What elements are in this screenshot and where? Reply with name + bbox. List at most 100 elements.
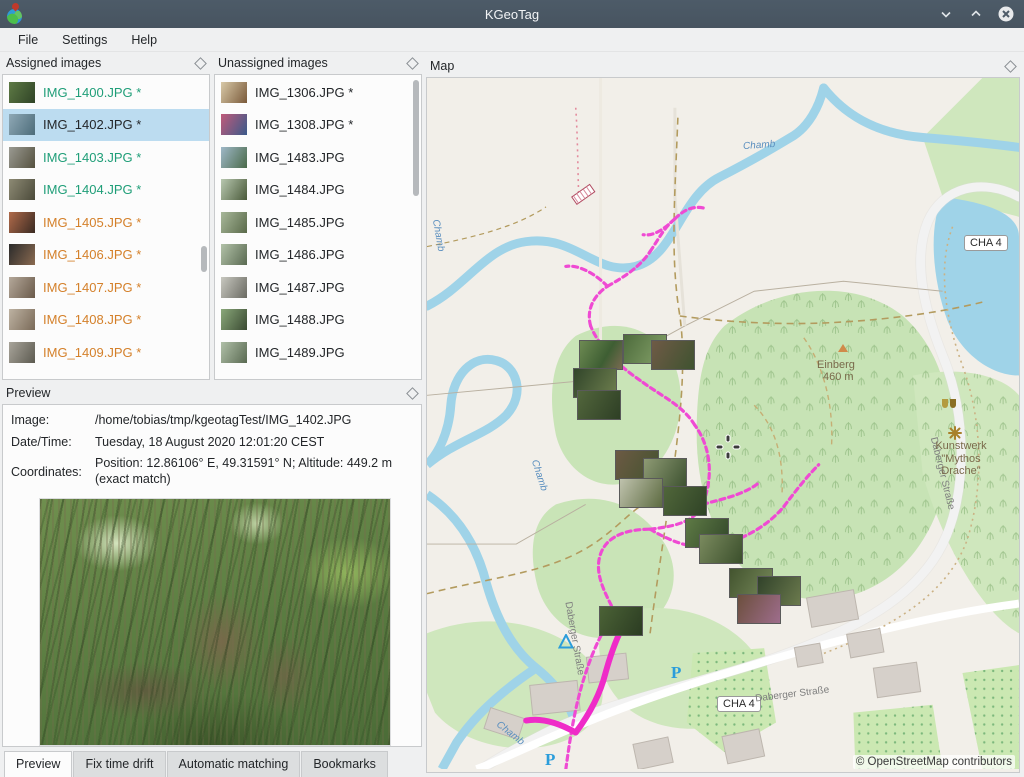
map-label-peak-name: Einberg [817,359,855,372]
map-photo-thumbnail[interactable] [577,390,621,420]
tab-bookmarks[interactable]: Bookmarks [301,751,388,777]
parking-icon: P [671,663,681,683]
preview-panel: Preview Image: /home/tobias/tmp/kgeotagT… [0,382,424,749]
map-title: Map [430,59,1004,73]
image-file-name: IMG_1403.JPG * [43,150,141,165]
image-file-name: IMG_1484.JPG [255,182,345,197]
image-list-item[interactable]: IMG_1484.JPG [215,174,421,207]
image-list-item[interactable]: IMG_1489.JPG [215,336,421,369]
map-label-artwork-name: Kunstwerk "Mythos Drache" [916,440,1006,478]
preview-body: Image: /home/tobias/tmp/kgeotagTest/IMG_… [2,404,422,747]
image-file-name: IMG_1489.JPG [255,345,345,360]
assigned-images-panel: Assigned images IMG_1400.JPG * IMG_1402.J… [0,52,212,382]
image-file-name: IMG_1405.JPG * [43,215,141,230]
assigned-images-scrollbar[interactable] [200,78,207,376]
assigned-images-title: Assigned images [6,56,194,70]
image-file-name: IMG_1306.JPG * [255,85,353,100]
bottom-tab-bar: PreviewFix time driftAutomatic matchingB… [0,749,424,777]
unassigned-images-title-bar: Unassigned images [212,52,424,74]
image-file-name: IMG_1409.JPG * [43,345,141,360]
image-list-item[interactable]: IMG_1409.JPG * [3,336,209,369]
tab-preview[interactable]: Preview [4,751,72,777]
map-body[interactable]: P P CHA 4 CHA 4 Chamb Chamb Chamb Chamb … [426,77,1020,773]
coordinates-value: Position: 12.86106° E, 49.31591° N; Alti… [95,456,415,487]
image-thumbnail [221,342,247,363]
close-icon[interactable] [998,6,1014,22]
assigned-images-list[interactable]: IMG_1400.JPG * IMG_1402.JPG * IMG_1403.JPG… [3,75,209,379]
image-list-item[interactable]: IMG_1486.JPG [215,239,421,272]
image-thumbnail [9,114,35,135]
window-title: KGeoTag [0,7,1024,22]
image-thumbnail [221,147,247,168]
image-path-value: /home/tobias/tmp/kgeotagTest/IMG_1402.JP… [95,413,415,429]
menu-help[interactable]: Help [121,30,167,50]
image-thumbnail [9,244,35,265]
datetime-label: Date/Time: [11,435,95,449]
menu-bar: File Settings Help [0,28,1024,52]
image-thumbnail [9,147,35,168]
map-photo-thumbnail[interactable] [579,340,623,370]
artwork-name-line2: "Mythos [916,453,1006,466]
image-list-item[interactable]: IMG_1306.JPG * [215,76,421,109]
osm-attribution: © OpenStreetMap contributors [853,755,1015,769]
float-diamond-icon[interactable] [406,387,418,399]
tab-fix-time-drift[interactable]: Fix time drift [73,751,165,777]
map-photo-thumbnail[interactable] [737,594,781,624]
image-list-item[interactable]: IMG_1485.JPG [215,206,421,239]
image-thumbnail [221,309,247,330]
image-list-item[interactable]: IMG_1483.JPG [215,141,421,174]
left-column: Assigned images IMG_1400.JPG * IMG_1402.J… [0,52,424,777]
unassigned-images-scrollbar[interactable] [412,78,419,376]
unassigned-images-list[interactable]: IMG_1306.JPG * IMG_1308.JPG * IMG_1483.JPG… [215,75,421,379]
preview-title: Preview [6,386,406,400]
image-list-item[interactable]: IMG_1308.JPG * [215,109,421,142]
map-photo-thumbnail[interactable] [699,534,743,564]
map-canvas[interactable] [427,78,1019,769]
preview-title-bar: Preview [0,382,424,404]
image-list-item[interactable]: IMG_1408.JPG * [3,304,209,337]
image-file-name: IMG_1486.JPG [255,247,345,262]
unassigned-images-panel: Unassigned images IMG_1306.JPG * IMG_1308… [212,52,424,382]
image-thumbnail [221,277,247,298]
window-controls [938,6,1024,22]
image-file-name: IMG_1402.JPG * [43,117,141,132]
main-area: Assigned images IMG_1400.JPG * IMG_1402.J… [0,52,1024,777]
preview-image [40,499,390,745]
image-thumbnail [221,212,247,233]
image-list-item[interactable]: IMG_1403.JPG * [3,141,209,174]
unassigned-images-title: Unassigned images [218,56,406,70]
unassigned-images-body: IMG_1306.JPG * IMG_1308.JPG * IMG_1483.JPG… [214,74,422,380]
assigned-images-body: IMG_1400.JPG * IMG_1402.JPG * IMG_1403.JPG… [2,74,210,380]
image-list-item[interactable]: IMG_1400.JPG * [3,76,209,109]
image-list-item[interactable]: IMG_1407.JPG * [3,271,209,304]
menu-settings[interactable]: Settings [52,30,117,50]
tab-automatic-matching[interactable]: Automatic matching [167,751,301,777]
image-file-name: IMG_1308.JPG * [255,117,353,132]
maximize-icon[interactable] [968,6,984,22]
title-bar: KGeoTag [0,0,1024,28]
preview-image-frame [39,498,391,746]
parking-icon: P [545,750,555,770]
image-thumbnail [9,179,35,200]
peak-icon [838,344,848,352]
float-diamond-icon[interactable] [406,57,418,69]
datetime-value: Tuesday, 18 August 2020 12:01:20 CEST [95,435,415,451]
minimize-icon[interactable] [938,6,954,22]
map-photo-thumbnail[interactable] [619,478,663,508]
image-list-item[interactable]: IMG_1402.JPG * [3,109,209,142]
menu-file[interactable]: File [8,30,48,50]
image-list-item[interactable]: IMG_1404.JPG * [3,174,209,207]
image-thumbnail [221,82,247,103]
image-list-item[interactable]: IMG_1406.JPG * [3,239,209,272]
map-photo-thumbnail[interactable] [663,486,707,516]
map-photo-thumbnail[interactable] [599,606,643,636]
theatre-masks-icon [941,398,957,414]
image-file-name: IMG_1400.JPG * [43,85,141,100]
image-list-item[interactable]: IMG_1488.JPG [215,304,421,337]
float-diamond-icon[interactable] [194,57,206,69]
float-diamond-icon[interactable] [1004,60,1016,72]
image-list-item[interactable]: IMG_1487.JPG [215,271,421,304]
image-list-item[interactable]: IMG_1405.JPG * [3,206,209,239]
road-shield: CHA 4 [964,235,1008,251]
map-photo-thumbnail[interactable] [651,340,695,370]
